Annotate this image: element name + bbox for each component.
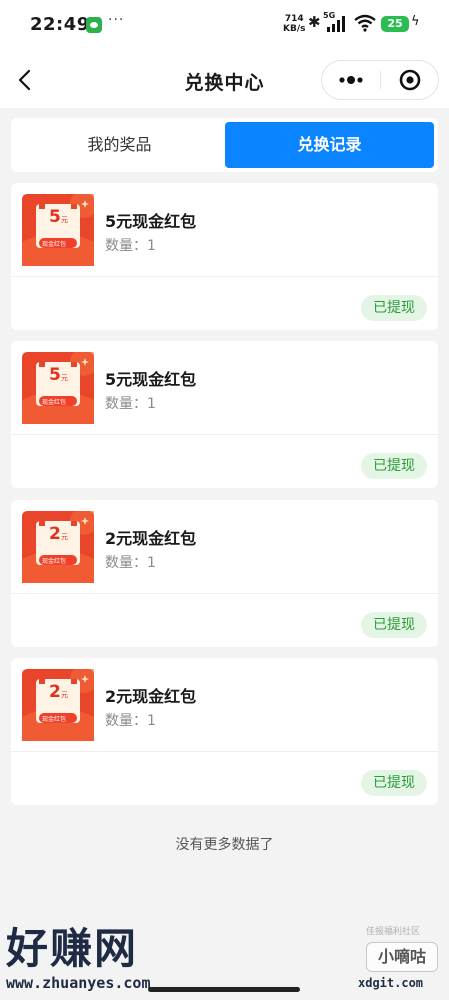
network-speed-value: 714 <box>284 14 304 24</box>
tab-exchange-records[interactable]: 兑换记录 <box>225 122 434 168</box>
home-indicator[interactable] <box>148 987 300 992</box>
envelope-amount: 5 <box>49 207 61 227</box>
record-quantity: 数量：1 <box>105 238 156 254</box>
envelope-amount: 2 <box>49 682 61 702</box>
close-button[interactable] <box>381 61 439 99</box>
charging-icon: ϟ <box>411 14 420 29</box>
envelope-amount: 5 <box>49 365 61 385</box>
record-name: 5元现金红包 <box>105 212 197 231</box>
more-dots-icon <box>339 76 363 84</box>
signal-icon <box>327 16 345 32</box>
watermark-badge: 小嘀咕 <box>366 942 438 972</box>
network-speed: 714 KB/s <box>283 14 305 34</box>
envelope-unit: 元 <box>61 691 68 699</box>
watermark-logo-text: 好赚网 <box>6 924 139 973</box>
record-quantity: 数量：1 <box>105 396 156 412</box>
card-divider <box>11 593 438 594</box>
more-button[interactable] <box>322 61 380 99</box>
bluetooth-icon: ✱ <box>308 13 321 31</box>
mini-program-capsule <box>321 60 439 100</box>
envelope-unit: 元 <box>61 374 68 382</box>
card-divider <box>11 276 438 277</box>
battery-level: 25 <box>381 16 409 32</box>
watermark-right-url: xdgit.com <box>358 976 424 990</box>
status-more: ··· <box>108 12 125 28</box>
envelope-badge: 现金红包 <box>42 558 67 565</box>
envelope-badge: 现金红包 <box>42 399 67 406</box>
watermark-url: www.zhuanyes.com <box>6 974 151 992</box>
card-divider <box>11 434 438 435</box>
envelope-amount: 2 <box>49 524 61 544</box>
status-badge: 已提现 <box>361 770 427 796</box>
record-card: 5 元 现金红包 5元现金红包 数量：1 已提现 <box>11 341 438 488</box>
status-badge: 已提现 <box>361 612 427 638</box>
envelope-unit: 元 <box>61 533 68 541</box>
tab-bar: 我的奖品 兑换记录 <box>11 118 438 172</box>
status-badge: 已提现 <box>361 453 427 479</box>
record-quantity: 数量：1 <box>105 713 156 729</box>
status-bar: 22:49 ··· 714 KB/s ✱ 5G 25 ϟ <box>0 0 449 52</box>
watermark-small-text: 佳报福利社区 <box>366 927 421 937</box>
record-name: 2元现金红包 <box>105 687 197 706</box>
network-speed-unit: KB/s <box>283 24 306 34</box>
record-card: 5 元 现金红包 5元现金红包 数量：1 已提现 <box>11 183 438 330</box>
status-time: 22:49 <box>30 14 90 35</box>
wifi-icon <box>354 14 376 32</box>
tab-my-prizes[interactable]: 我的奖品 <box>15 122 224 168</box>
envelope-badge: 现金红包 <box>42 716 67 723</box>
record-name: 5元现金红包 <box>105 370 197 389</box>
card-divider <box>11 751 438 752</box>
envelope-unit: 元 <box>61 216 68 224</box>
target-close-icon <box>399 69 421 91</box>
watermark-left: 好赚网 www.zhuanyes.com <box>6 915 151 992</box>
title-bar: 兑换中心 <box>0 52 449 108</box>
no-more-data-text: 没有更多数据了 <box>175 837 274 853</box>
record-name: 2元现金红包 <box>105 529 197 548</box>
red-envelope-icon <box>22 511 94 583</box>
wechat-icon <box>86 17 102 33</box>
red-envelope-icon <box>22 669 94 741</box>
record-card: 2 元 现金红包 2元现金红包 数量：1 已提现 <box>11 658 438 805</box>
status-badge: 已提现 <box>361 295 427 321</box>
envelope-badge: 现金红包 <box>42 241 67 248</box>
red-envelope-icon <box>22 352 94 424</box>
record-card: 2 元 现金红包 2元现金红包 数量：1 已提现 <box>11 500 438 647</box>
record-quantity: 数量：1 <box>105 555 156 571</box>
red-envelope-icon <box>22 194 94 266</box>
